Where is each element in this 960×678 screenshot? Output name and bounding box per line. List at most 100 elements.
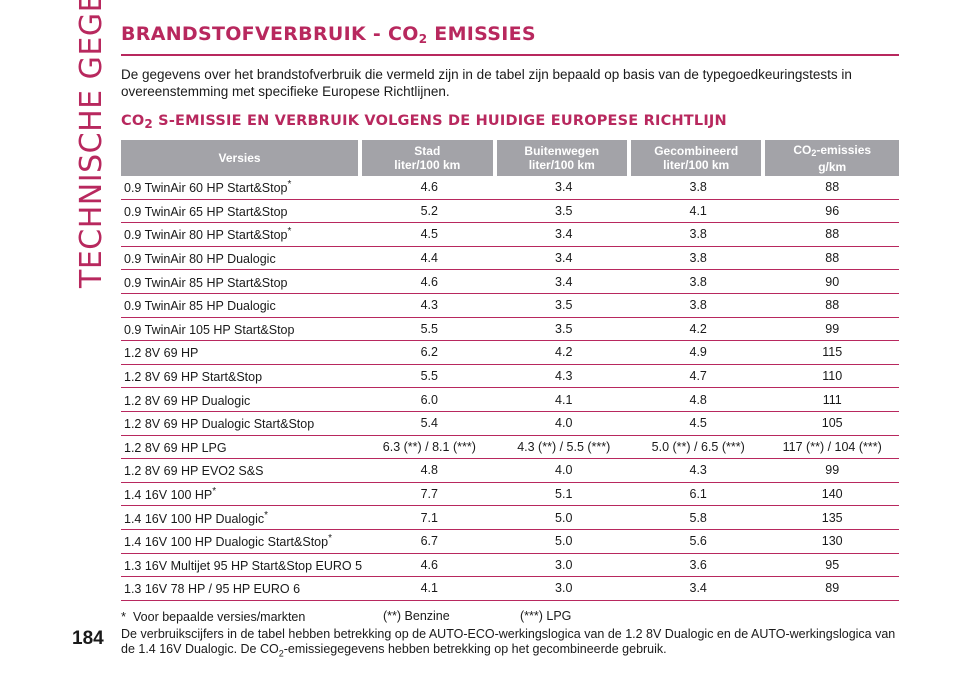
table-row: 1.3 16V Multijet 95 HP Start&Stop EURO 5… [121,554,899,578]
cell-gecombineerd-text: 4.9 [689,345,707,360]
cell-stad-text: 5.4 [420,416,438,431]
cell-gecombineerd-text: 3.4 [689,581,707,596]
cell-co2: 135 [765,506,899,530]
cell-stad: 5.5 [362,318,497,342]
cell-co2-text: 135 [821,510,843,525]
cell-co2-text: 96 [825,203,840,218]
cell-stad: 6.2 [362,341,497,365]
cell-gecombineerd: 3.8 [630,294,766,318]
cell-gecombineerd-text: 3.8 [689,298,707,313]
footnote-marker: * [328,533,332,545]
page-heading: BRANDSTOFVERBRUIK - CO2 EMISSIES [121,22,899,56]
cell-co2: 88 [765,176,899,200]
cell-gecombineerd: 6.1 [630,483,766,507]
cell-stad-text: 4.5 [420,227,438,242]
cell-stad-text: 4.6 [420,180,438,195]
cell-version-text: 0.9 TwinAir 105 HP Start&Stop [124,322,295,337]
cell-version: 1.3 16V 78 HP / 95 HP EURO 6 [121,577,363,601]
cell-co2-text: 99 [825,321,840,336]
cell-stad: 6.3 (**) / 8.1 (***) [362,436,497,460]
footnote-legend: * Voor bepaalde versies/markten (**) Ben… [121,609,899,625]
cell-stad-text: 6.3 (**) / 8.1 (***) [382,439,476,454]
cell-co2: 117 (**) / 104 (***) [765,436,899,460]
cell-buitenwegen: 3.4 [496,247,631,271]
cell-version-text: 1.3 16V Multijet 95 HP Start&Stop EURO 5 [124,558,363,573]
cell-buitenwegen: 4.0 [496,412,631,436]
cell-buitenwegen-text: 5.0 [555,534,573,549]
cell-co2-text: 115 [822,345,843,360]
cell-co2-text: 95 [825,557,840,572]
col-header-unit: liter/100 km [528,158,595,172]
footnote-marker: * [264,509,269,521]
cell-version: 0.9 TwinAir 80 HP Dualogic [121,247,363,271]
cell-gecombineerd-text: 3.8 [689,227,707,242]
cell-version: 1.2 8V 69 HP Dualogic Start&Stop [121,412,363,436]
table-row: 1.2 8V 69 HP Dualogic 6.0 4.1 4.8 111 [121,388,899,412]
cell-buitenwegen: 4.3 [496,365,631,389]
cell-buitenwegen-text: 3.5 [555,321,573,336]
cell-co2-text: 105 [821,416,843,431]
heading-text: BRANDSTOFVERBRUIK - CO [121,23,419,45]
cell-co2: 95 [765,554,899,578]
cell-co2: 88 [765,294,899,318]
cell-co2: 130 [765,530,899,554]
table-row: 1.2 8V 69 HP Dualogic Start&Stop 5.4 4.0 4.… [121,412,899,436]
table-row: 0.9 TwinAir 85 HP Dualogic 4.3 3.5 3.8 88 [121,294,899,318]
cell-co2-text: 88 [825,180,840,195]
cell-co2: 90 [765,270,899,294]
cell-version-text: 0.9 TwinAir 60 HP Start&Stop [124,181,288,196]
cell-buitenwegen-text: 3.0 [555,557,573,572]
cell-gecombineerd: 3.8 [630,176,766,200]
cell-gecombineerd-text: 5.6 [689,534,707,549]
cell-buitenwegen: 4.2 [496,341,631,365]
cell-gecombineerd: 5.0 (**) / 6.5 (***) [630,436,766,460]
cell-stad-text: 7.1 [420,510,438,525]
table-row: 1.4 16V 100 HP Dualogic* 7.1 5.0 5.8 135 [121,506,899,530]
table-row: 0.9 TwinAir 105 HP Start&Stop 5.5 3.5 4.2 99 [121,318,899,342]
cell-stad: 4.1 [362,577,497,601]
cell-co2: 96 [765,200,899,224]
table-row: 1.2 8V 69 HP LPG 6.3 (**) / 8.1 (***) 4.3 … [121,436,899,460]
cell-stad-text: 4.4 [420,251,438,266]
cell-co2-text: 111 [822,392,842,407]
cell-stad: 7.1 [362,506,497,530]
cell-co2: 89 [765,577,899,601]
cell-stad: 5.5 [362,365,497,389]
cell-stad-text: 6.0 [420,392,438,407]
cell-co2-text: 88 [825,298,840,313]
cell-buitenwegen-text: 4.3 [555,369,573,384]
cell-gecombineerd-text: 4.8 [689,392,707,407]
table-row: 1.3 16V 78 HP / 95 HP EURO 6 4.1 3.0 3.4 89 [121,577,899,601]
col-header-label: CO [793,142,812,157]
section-side-title: TECHNISCHE GEGEVENS [74,0,109,288]
cell-version-text: 1.4 16V 100 HP Dualogic Start&Stop [124,535,329,550]
star-symbol: * [121,608,127,624]
subheading-subscript: 2 [144,117,153,131]
cell-gecombineerd-text: 5.0 (**) / 6.5 (***) [651,439,745,454]
cell-buitenwegen-text: 4.0 [555,416,573,431]
col-header-unit: liter/100 km [663,158,730,172]
cell-version-text: 1.3 16V 78 HP / 95 HP EURO 6 [124,582,301,597]
cell-buitenwegen: 3.0 [496,577,631,601]
col-header-versies: Versies [121,140,363,176]
cell-version-text: 0.9 TwinAir 85 HP Dualogic [124,299,276,314]
cell-version-text: 0.9 TwinAir 80 HP Dualogic [124,252,276,267]
cell-stad-text: 4.1 [420,581,438,596]
cell-co2: 88 [765,223,899,247]
table-row: 1.2 8V 69 HP EVO2 S&S 4.8 4.0 4.3 99 [121,459,899,483]
table-row: 1.2 8V 69 HP Start&Stop 5.5 4.3 4.7 110 [121,365,899,389]
cell-version: 1.4 16V 100 HP Dualogic Start&Stop* [121,530,363,554]
cell-version: 0.9 TwinAir 85 HP Dualogic [121,294,363,318]
cell-stad-text: 6.2 [420,345,438,360]
cell-version: 1.2 8V 69 HP LPG [121,436,363,460]
cell-co2: 115 [765,341,899,365]
cell-version: 1.4 16V 100 HP Dualogic* [121,506,363,530]
table-row: 1.4 16V 100 HP* 7.7 5.1 6.1 140 [121,483,899,507]
cell-version-text: 1.4 16V 100 HP [124,488,213,503]
consumption-table: Versies Stad liter/100 km Buitenwegen lite… [121,140,899,601]
col-header-label: Stad [414,144,441,158]
cell-gecombineerd: 4.3 [630,459,766,483]
cell-buitenwegen-text: 3.4 [555,180,573,195]
col-header-unit: g/km [818,159,847,174]
cell-stad-text: 4.6 [420,557,438,572]
